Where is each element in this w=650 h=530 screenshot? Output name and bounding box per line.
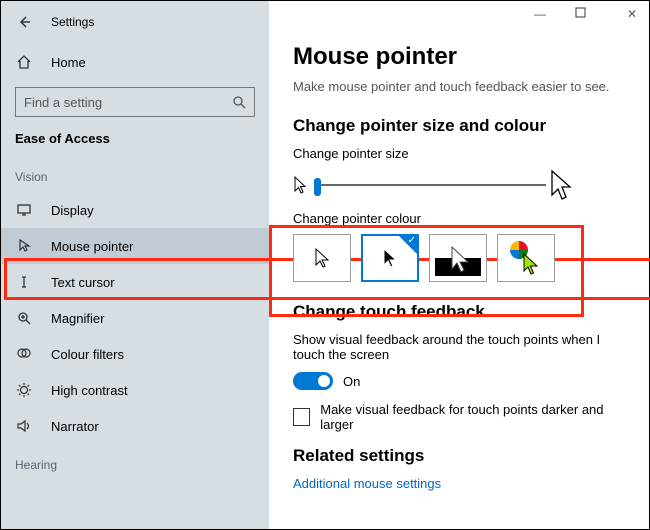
pointer-colour-options: ✓	[293, 234, 625, 282]
maximize-button[interactable]	[575, 7, 597, 21]
display-icon	[15, 202, 33, 218]
section-title: Ease of Access	[1, 125, 269, 156]
touch-feedback-toggle-row: On	[293, 372, 625, 390]
darker-larger-checkbox[interactable]	[293, 408, 310, 426]
touch-heading: Change touch feedback	[293, 302, 625, 322]
related-heading: Related settings	[293, 446, 625, 466]
colour-option-white[interactable]	[293, 234, 351, 282]
toggle-state-label: On	[343, 374, 360, 389]
back-icon[interactable]	[15, 15, 33, 29]
darker-larger-checkbox-row: Make visual feedback for touch points da…	[293, 402, 625, 432]
colour-label: Change pointer colour	[293, 211, 625, 226]
close-button[interactable]: ✕	[621, 7, 643, 21]
sidebar-item-label: High contrast	[51, 383, 128, 398]
group-hearing-label: Hearing	[1, 444, 269, 480]
touch-desc: Show visual feedback around the touch po…	[293, 332, 625, 362]
sidebar-item-text-cursor[interactable]: Text cursor	[1, 264, 269, 300]
cursor-small-icon	[293, 175, 308, 195]
colour-option-black[interactable]: ✓	[361, 234, 419, 282]
search-input[interactable]: Find a setting	[15, 87, 255, 117]
checkbox-label: Make visual feedback for touch points da…	[320, 402, 625, 432]
sidebar-item-narrator[interactable]: Narrator	[1, 408, 269, 444]
window-controls: — ✕	[529, 7, 643, 21]
sidebar-item-label: Mouse pointer	[51, 239, 133, 254]
group-vision-label: Vision	[1, 156, 269, 192]
window-title: Settings	[51, 15, 94, 29]
high-contrast-icon	[15, 382, 33, 398]
cursor-large-icon	[549, 169, 573, 201]
sidebar-item-label: Colour filters	[51, 347, 124, 362]
sidebar-item-high-contrast[interactable]: High contrast	[1, 372, 269, 408]
search-placeholder: Find a setting	[24, 95, 102, 110]
title-bar: Settings	[1, 5, 269, 39]
slider-thumb[interactable]	[314, 178, 321, 196]
colour-option-inverted[interactable]	[429, 234, 487, 282]
sidebar-item-mouse-pointer[interactable]: Mouse pointer	[1, 228, 269, 264]
sidebar-item-label: Magnifier	[51, 311, 104, 326]
home-icon	[15, 54, 33, 70]
sidebar-item-label: Narrator	[51, 419, 99, 434]
text-cursor-icon	[15, 274, 33, 290]
colour-option-custom[interactable]	[497, 234, 555, 282]
sidebar-item-display[interactable]: Display	[1, 192, 269, 228]
narrator-icon	[15, 418, 33, 434]
slider-track	[314, 184, 546, 186]
main-content: — ✕ Mouse pointer Make mouse pointer and…	[269, 1, 649, 529]
sidebar: Settings Home Find a setting Ease of Acc…	[1, 1, 269, 529]
sidebar-item-label: Display	[51, 203, 94, 218]
size-label: Change pointer size	[293, 146, 625, 161]
additional-mouse-settings-link[interactable]: Additional mouse settings	[293, 476, 625, 491]
minimize-button[interactable]: —	[529, 7, 551, 21]
sidebar-item-magnifier[interactable]: Magnifier	[1, 300, 269, 336]
mouse-pointer-icon	[15, 238, 33, 254]
home-label: Home	[51, 55, 86, 70]
page-subtitle: Make mouse pointer and touch feedback ea…	[293, 79, 625, 94]
search-icon	[232, 95, 246, 109]
pointer-size-slider[interactable]	[293, 169, 625, 201]
touch-feedback-toggle[interactable]	[293, 372, 333, 390]
page-title: Mouse pointer	[293, 43, 625, 71]
sidebar-item-colour-filters[interactable]: Colour filters	[1, 336, 269, 372]
sidebar-item-label: Text cursor	[51, 275, 115, 290]
size-colour-heading: Change pointer size and colour	[293, 116, 625, 136]
magnifier-icon	[15, 310, 33, 326]
colour-filters-icon	[15, 346, 33, 362]
home-nav[interactable]: Home	[1, 45, 269, 79]
check-icon: ✓	[408, 235, 416, 246]
